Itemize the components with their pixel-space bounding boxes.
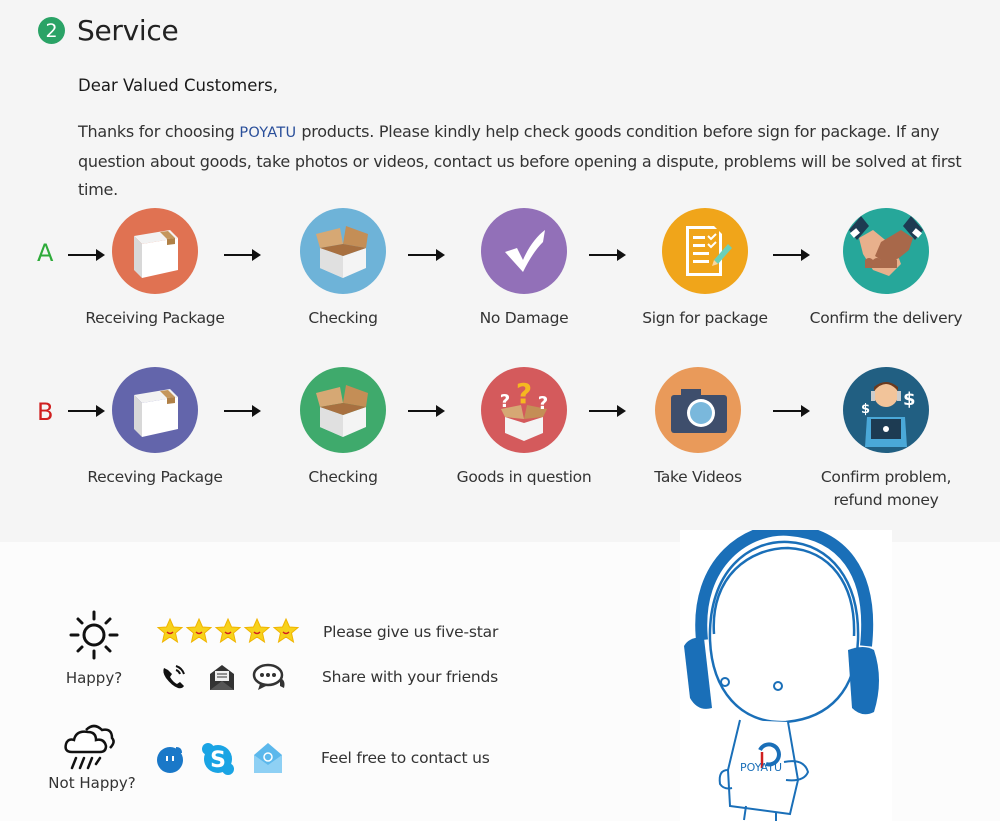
contact-icons: S (154, 741, 290, 777)
rain-cloud-icon (64, 724, 115, 770)
intro-text-start: Thanks for choosing (78, 122, 240, 141)
step-confirm-refund: $ $ Confirm problem, refund money (786, 367, 986, 512)
greeting: Dear Valued Customers, (78, 76, 279, 95)
happy-label: Happy? (65, 669, 123, 687)
messenger-icon[interactable] (157, 747, 183, 773)
envelope-icon[interactable] (210, 665, 234, 690)
row-letter-a: A (37, 239, 54, 267)
mascot-panel: POYATU (680, 523, 892, 821)
star-icon (272, 617, 300, 644)
step-label: Checking (308, 468, 378, 486)
step-checking: Checking (243, 208, 443, 330)
sun-icon (69, 610, 119, 660)
star-icon (214, 617, 242, 644)
chat-bubble-icon[interactable] (252, 663, 285, 690)
five-star-rating[interactable] (156, 617, 304, 645)
page-title: Service (77, 14, 179, 47)
headphone-mascot-illustration: POYATU (684, 523, 879, 821)
step-label: Take Videos (654, 468, 742, 486)
svg-text:?: ? (500, 391, 510, 412)
step-receiving-package: Receiving Package (55, 208, 255, 330)
step-label: Receiving Package (85, 309, 225, 327)
star-icon (156, 617, 184, 644)
closed-box-icon (112, 208, 198, 294)
checkmark-icon (481, 208, 567, 294)
step-confirm-delivery: Confirm the delivery (786, 208, 986, 330)
contact-text: Feel free to contact us (321, 749, 490, 767)
brand-name: POYATU (239, 125, 297, 141)
svg-text:$: $ (903, 389, 916, 410)
five-star-text: Please give us five-star (323, 623, 499, 641)
row-letter-b: B (37, 398, 54, 426)
svg-text:$: $ (861, 402, 870, 417)
section-header: 2 Service (38, 14, 179, 47)
closed-box-icon (112, 367, 198, 453)
camera-icon (655, 367, 741, 453)
step-checking: Checking (243, 367, 443, 489)
step-take-videos: Take Videos (598, 367, 798, 489)
handshake-icon (843, 208, 929, 294)
svg-text:S: S (210, 748, 226, 773)
svg-text:?: ? (538, 393, 548, 414)
step-label: Checking (308, 309, 378, 327)
intro-paragraph: Thanks for choosing POYATU products. Ple… (78, 118, 988, 205)
skype-icon[interactable]: S (202, 743, 234, 775)
star-icon (243, 617, 271, 644)
step-goods-in-question: ??? Goods in question (424, 367, 624, 489)
question-box-icon: ??? (481, 367, 567, 453)
step-receiving-package: Receving Package (55, 367, 255, 489)
service-section: 2 Service Dear Valued Customers, Thanks … (0, 0, 1000, 542)
step-label: Confirm problem, refund money (820, 468, 952, 509)
step-label: Goods in question (456, 468, 592, 486)
share-icons (160, 662, 290, 692)
step-label: No Damage (479, 309, 569, 327)
step-sign-for-package: Sign for package (605, 208, 805, 330)
share-text: Share with your friends (322, 668, 499, 686)
mascot-brand-text: POYATU (740, 761, 782, 774)
feedback-panel: Happy? Please give us five-star Share wi… (0, 542, 680, 821)
open-box-icon (300, 208, 386, 294)
not-happy-label: Not Happy? (48, 774, 136, 792)
email-icon[interactable] (254, 743, 282, 773)
step-label: Sign for package (642, 309, 768, 327)
step-no-damage: No Damage (424, 208, 624, 330)
step-label: Confirm the delivery (809, 309, 963, 327)
star-icon (185, 617, 213, 644)
step-label: Receving Package (87, 468, 223, 486)
svg-text:?: ? (516, 377, 532, 410)
phone-icon[interactable] (163, 665, 185, 689)
step-number-badge: 2 (38, 17, 65, 44)
open-box-icon (300, 367, 386, 453)
support-agent-icon: $ $ (843, 367, 929, 453)
signed-document-icon (662, 208, 748, 294)
